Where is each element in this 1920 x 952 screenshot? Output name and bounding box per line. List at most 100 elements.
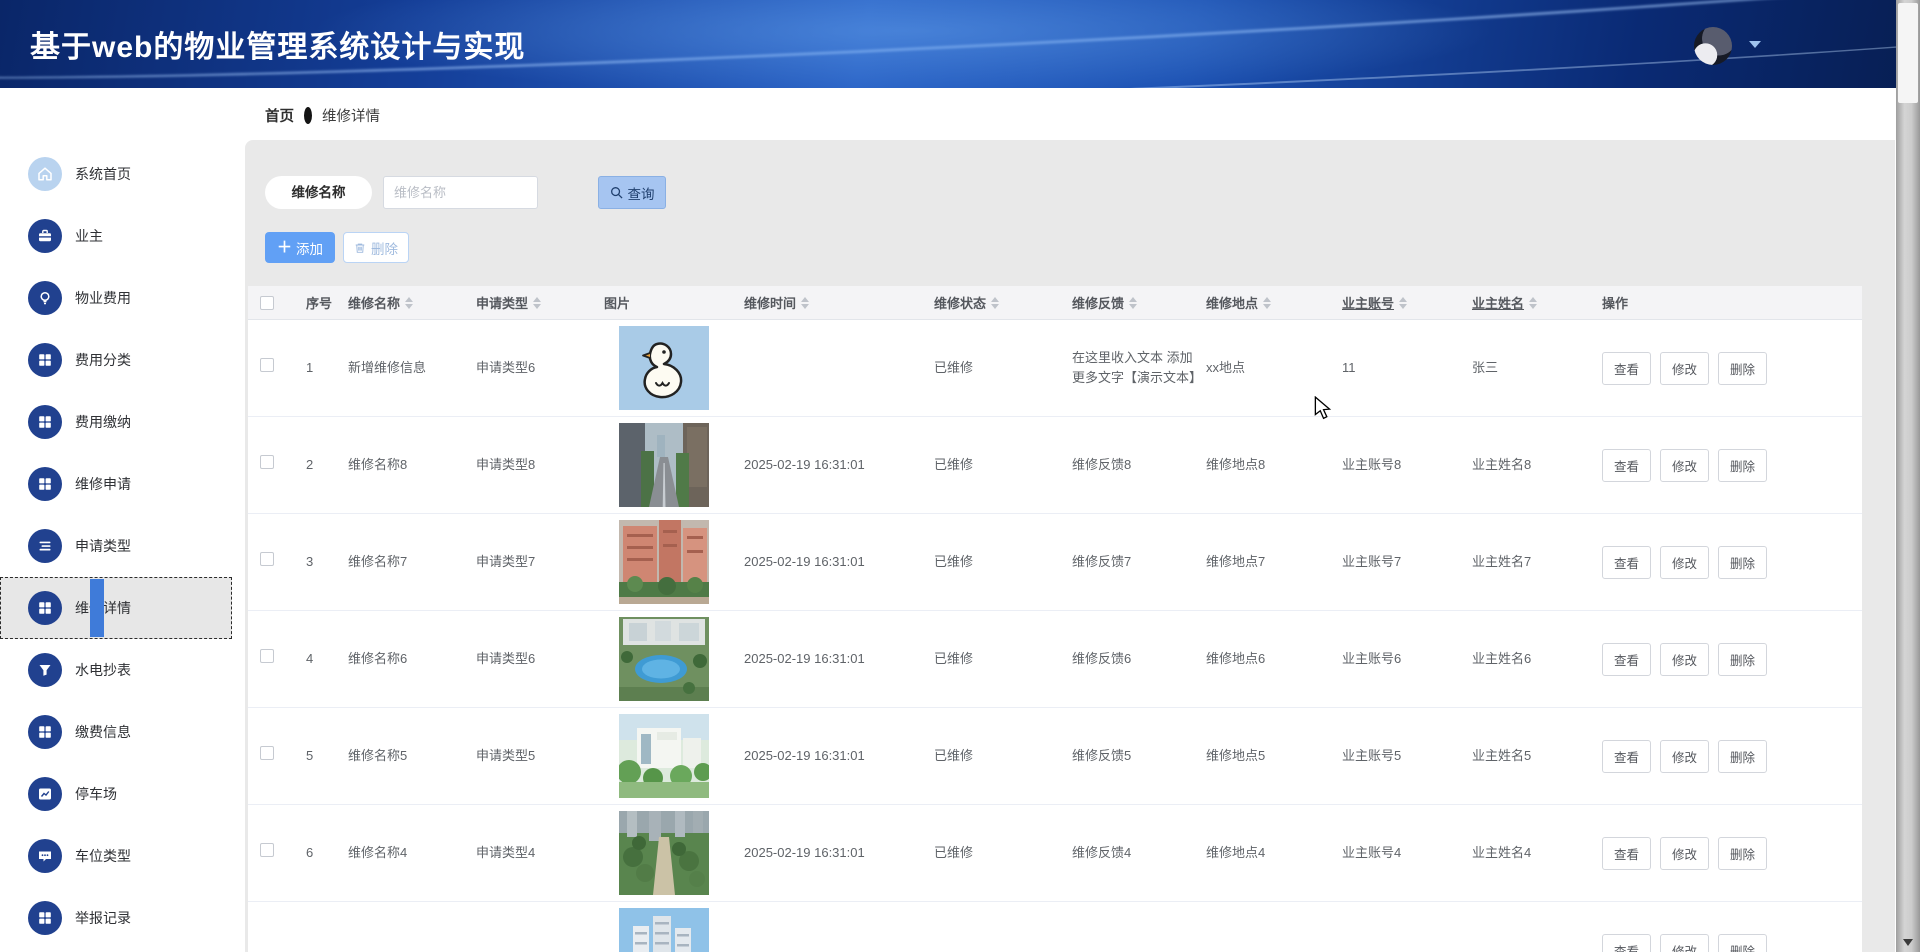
row-checkbox[interactable]: [260, 649, 274, 663]
cell-status: 已维修: [924, 455, 1062, 475]
sort-carets-icon[interactable]: [991, 297, 999, 309]
sidebar-item-1[interactable]: 系统首页: [0, 143, 232, 205]
aerial-trees-photo-image[interactable]: [619, 811, 709, 895]
street-photo-image[interactable]: [619, 423, 709, 507]
cell-index: 5: [296, 746, 338, 766]
page-scrollbar[interactable]: [1896, 0, 1920, 952]
view-row-button[interactable]: 查看: [1602, 449, 1651, 482]
row-checkbox[interactable]: [260, 843, 274, 857]
cell-actions: 查看修改删除: [1592, 352, 1862, 385]
grid-icon: [28, 405, 62, 439]
table-row-7: 查看修改删除: [248, 902, 1862, 952]
sidebar-item-5[interactable]: 费用缴纳: [0, 391, 232, 453]
sidebar-item-8[interactable]: 维修详情: [0, 577, 232, 639]
edit-row-button[interactable]: 修改: [1660, 934, 1709, 952]
column-header-name[interactable]: 维修名称: [338, 293, 466, 312]
cell-type: 申请类型8: [466, 455, 594, 475]
sidebar-item-2[interactable]: 业主: [0, 205, 232, 267]
aerial-pool-photo-image[interactable]: [619, 617, 709, 701]
chevron-down-icon[interactable]: [1749, 41, 1761, 48]
column-header-location[interactable]: 维修地点: [1196, 293, 1332, 312]
cell-image: [594, 423, 734, 507]
sidebar-item-10[interactable]: 缴费信息: [0, 701, 232, 763]
trash-icon: [354, 242, 366, 254]
edit-row-button[interactable]: 修改: [1660, 643, 1709, 676]
sidebar-item-3[interactable]: 物业费用: [0, 267, 232, 329]
pink-buildings-photo-image[interactable]: [619, 520, 709, 604]
column-label: 业主姓名: [1472, 293, 1524, 312]
column-label: 业主账号: [1342, 293, 1394, 312]
sidebar-item-4[interactable]: 费用分类: [0, 329, 232, 391]
view-row-button[interactable]: 查看: [1602, 546, 1651, 579]
sidebar-item-7[interactable]: 申请类型: [0, 515, 232, 577]
edit-row-button[interactable]: 修改: [1660, 546, 1709, 579]
sort-carets-icon[interactable]: [405, 297, 413, 309]
column-header-index[interactable]: 序号: [296, 293, 338, 312]
sidebar-item-6[interactable]: 维修申请: [0, 453, 232, 515]
sort-carets-icon[interactable]: [801, 297, 809, 309]
sidebar-item-9[interactable]: 水电抄表: [0, 639, 232, 701]
filter-icon: [28, 653, 62, 687]
view-row-button[interactable]: 查看: [1602, 740, 1651, 773]
cell-index: 6: [296, 843, 338, 863]
plus-icon: ＋: [277, 240, 292, 255]
column-label: 申请类型: [476, 293, 528, 312]
delete-row-button[interactable]: 删除: [1718, 546, 1767, 579]
delete-button[interactable]: 删除: [343, 232, 409, 263]
edit-row-button[interactable]: 修改: [1660, 837, 1709, 870]
delete-row-button[interactable]: 删除: [1718, 934, 1767, 952]
sort-carets-icon[interactable]: [1399, 297, 1407, 309]
breadcrumb-home[interactable]: 首页: [265, 105, 294, 126]
sort-carets-icon[interactable]: [1529, 297, 1537, 309]
column-header-account[interactable]: 业主账号: [1332, 293, 1462, 312]
column-header-type[interactable]: 申请类型: [466, 293, 594, 312]
view-row-button[interactable]: 查看: [1602, 643, 1651, 676]
view-row-button[interactable]: 查看: [1602, 837, 1651, 870]
select-all-checkbox[interactable]: [260, 296, 274, 310]
row-checkbox[interactable]: [260, 358, 274, 372]
column-header-feedback[interactable]: 维修反馈: [1062, 293, 1196, 312]
column-header-status[interactable]: 维修状态: [924, 293, 1062, 312]
sort-carets-icon[interactable]: [533, 297, 541, 309]
edit-row-button[interactable]: 修改: [1660, 352, 1709, 385]
column-header-image[interactable]: 图片: [594, 293, 734, 312]
sort-carets-icon[interactable]: [1129, 297, 1137, 309]
row-checkbox[interactable]: [260, 455, 274, 469]
cell-account: 业主账号7: [1332, 552, 1462, 572]
avatar[interactable]: [1694, 27, 1732, 65]
column-header-owner[interactable]: 业主姓名: [1462, 293, 1592, 312]
sidebar-item-13[interactable]: 举报记录: [0, 887, 232, 949]
delete-row-button[interactable]: 删除: [1718, 740, 1767, 773]
delete-row-button[interactable]: 删除: [1718, 643, 1767, 676]
column-label: 维修名称: [348, 293, 400, 312]
query-button[interactable]: 查询: [598, 176, 666, 209]
cell-location: 维修地点8: [1196, 455, 1332, 475]
add-button[interactable]: ＋ 添加: [265, 232, 335, 263]
search-input[interactable]: [383, 176, 538, 209]
scrollbar-thumb[interactable]: [1898, 3, 1918, 103]
edit-row-button[interactable]: 修改: [1660, 449, 1709, 482]
chat-icon: [28, 839, 62, 873]
cell-type: 申请类型5: [466, 746, 594, 766]
delete-row-button[interactable]: 删除: [1718, 449, 1767, 482]
column-header-actions[interactable]: 操作: [1592, 293, 1862, 312]
view-row-button[interactable]: 查看: [1602, 352, 1651, 385]
cell-image: [594, 811, 734, 895]
sidebar-item-11[interactable]: 停车场: [0, 763, 232, 825]
delete-row-button[interactable]: 删除: [1718, 352, 1767, 385]
duck-cartoon-image[interactable]: [619, 326, 709, 410]
row-checkbox[interactable]: [260, 552, 274, 566]
towers-photo-image[interactable]: [619, 908, 709, 952]
column-header-time[interactable]: 维修时间: [734, 293, 924, 312]
cell-name: 维修名称5: [338, 746, 466, 766]
delete-row-button[interactable]: 删除: [1718, 837, 1767, 870]
cell-feedback: 维修反馈4: [1062, 843, 1196, 863]
edit-row-button[interactable]: 修改: [1660, 740, 1709, 773]
green-villa-photo-image[interactable]: [619, 714, 709, 798]
scrollbar-down-arrow-icon[interactable]: [1903, 939, 1913, 946]
sort-carets-icon[interactable]: [1263, 297, 1271, 309]
view-row-button[interactable]: 查看: [1602, 934, 1651, 952]
sidebar-item-12[interactable]: 车位类型: [0, 825, 232, 887]
row-checkbox[interactable]: [260, 746, 274, 760]
home-icon: [28, 157, 62, 191]
